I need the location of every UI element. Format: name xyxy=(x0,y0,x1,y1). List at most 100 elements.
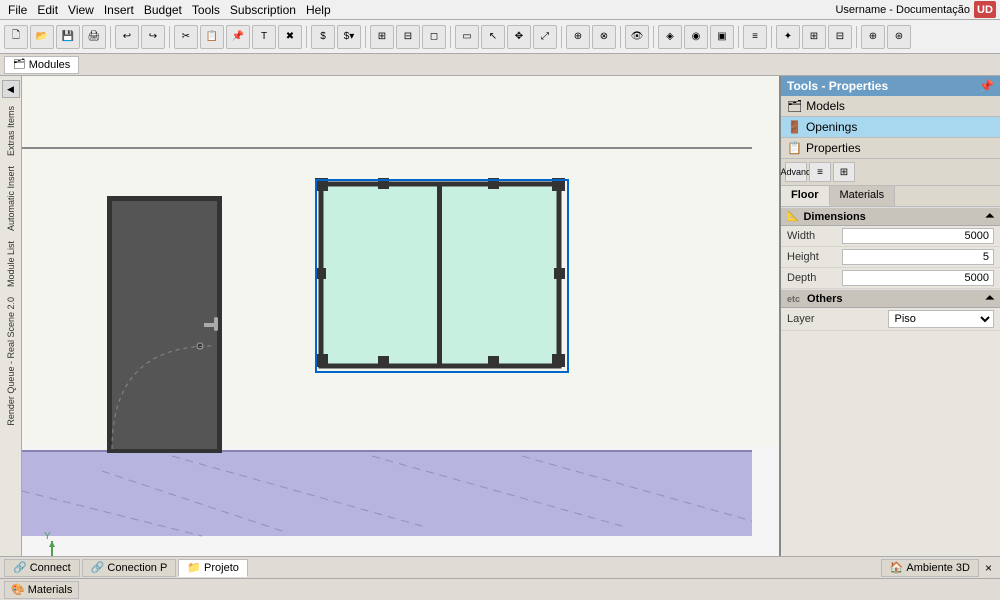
tb-new[interactable]: 🗋 xyxy=(4,25,28,49)
window-mark-bot-l xyxy=(378,356,389,367)
tb-print[interactable]: 🖨 xyxy=(82,25,106,49)
panel-properties-section[interactable]: 📋 Properties xyxy=(781,138,1000,159)
sidebar-extra-items[interactable]: Extras Items xyxy=(4,102,18,160)
tb-view3d[interactable]: 👁 xyxy=(625,25,649,49)
tb-render1[interactable]: ◈ xyxy=(658,25,682,49)
menu-subscription[interactable]: Subscription xyxy=(226,1,300,19)
menu-file[interactable]: File xyxy=(4,1,31,19)
prop-tb-table[interactable]: ≡ xyxy=(809,162,831,182)
viewport: X Y xyxy=(22,76,780,556)
menu-edit[interactable]: Edit xyxy=(33,1,62,19)
prop-tab-floor[interactable]: Floor xyxy=(781,186,830,206)
tab-ambiente3d[interactable]: 🏠 Ambiente 3D xyxy=(881,559,979,577)
materials-icon: 🎨 xyxy=(11,583,25,596)
tb-snap2[interactable]: ⊗ xyxy=(592,25,616,49)
menu-view[interactable]: View xyxy=(64,1,98,19)
tb-del[interactable]: ✖ xyxy=(278,25,302,49)
tb-misc3[interactable]: ⊟ xyxy=(828,25,852,49)
tb-redo[interactable]: ↪ xyxy=(141,25,165,49)
projeto-label: Projeto xyxy=(204,562,239,574)
tab-projeto[interactable]: 📁 Projeto xyxy=(178,559,248,577)
tb-misc4[interactable]: ⊕ xyxy=(861,25,885,49)
tb-rect[interactable]: ▭ xyxy=(455,25,479,49)
menu-insert[interactable]: Insert xyxy=(100,1,138,19)
modules-label: Modules xyxy=(29,59,71,71)
sidebar-module-list[interactable]: Module List xyxy=(4,237,18,291)
materials-label: Materials xyxy=(28,584,73,596)
tb-layers[interactable]: ≡ xyxy=(743,25,767,49)
panel-models-section[interactable]: 🗂 Models xyxy=(781,96,1000,117)
menu-budget[interactable]: Budget xyxy=(140,1,186,19)
window-divider xyxy=(437,184,442,366)
tb-render2[interactable]: ◉ xyxy=(684,25,708,49)
tb-arrow[interactable]: ↖ xyxy=(481,25,505,49)
layer-label: Layer xyxy=(787,313,888,325)
panel-openings-section[interactable]: 🚪 Openings xyxy=(781,117,1000,138)
models-icon: 🗂 xyxy=(787,99,802,113)
dimensions-collapse-icon: ⏶ xyxy=(985,210,994,223)
tab-conection-p[interactable]: 🔗 Conection P xyxy=(82,559,177,577)
sidebar-toggle[interactable]: ◀ xyxy=(2,80,20,98)
sidebar-render-queue[interactable]: Render Queue - Real Scene 2.0 xyxy=(4,293,18,430)
openings-label: Openings xyxy=(806,120,857,134)
others-group-icon: etc xyxy=(787,294,800,304)
tb-misc1[interactable]: ✦ xyxy=(776,25,800,49)
panel-title: Tools - Properties 📌 xyxy=(781,76,1000,96)
tb-open[interactable]: 📂 xyxy=(30,25,54,49)
tb-misc2[interactable]: ⊞ xyxy=(802,25,826,49)
tb-undo[interactable]: ↩ xyxy=(115,25,139,49)
menu-help[interactable]: Help xyxy=(302,1,335,19)
tb-cut[interactable]: ✂ xyxy=(174,25,198,49)
door-panel xyxy=(112,201,217,449)
tb-paste[interactable]: 📌 xyxy=(226,25,250,49)
statusbar: 🎨 Materials xyxy=(0,578,1000,600)
tb-shape[interactable]: ◻ xyxy=(422,25,446,49)
materials-btn[interactable]: 🎨 Materials xyxy=(4,581,79,599)
tb-currency[interactable]: $ xyxy=(311,25,335,49)
dimensions-group-header[interactable]: 📐 Dimensions ⏶ xyxy=(781,207,1000,226)
layer-select[interactable]: Piso xyxy=(888,310,995,328)
tb-grid[interactable]: ⊞ xyxy=(370,25,394,49)
prop-tb-grid[interactable]: ⊞ xyxy=(833,162,855,182)
window-mark-bot-r xyxy=(488,356,499,367)
depth-value[interactable] xyxy=(842,270,994,286)
bottom-tabs: 🔗 Connect 🔗 Conection P 📁 Projeto 🏠 Ambi… xyxy=(0,556,1000,578)
tb-save[interactable]: 💾 xyxy=(56,25,80,49)
height-value[interactable] xyxy=(842,249,994,265)
left-sidebar: ◀ Extras Items Automatic Insert Module L… xyxy=(0,76,22,556)
prop-toolbar: ⚙ Advanced ≡ ⊞ xyxy=(781,159,1000,186)
tb-pan[interactable]: ⤢ xyxy=(533,25,557,49)
user-badge: UD xyxy=(974,1,996,18)
prop-tab-materials[interactable]: Materials xyxy=(830,186,896,206)
modules-tab[interactable]: 🗂 Modules xyxy=(4,56,79,74)
tb-misc5[interactable]: ⊛ xyxy=(887,25,911,49)
menu-tools[interactable]: Tools xyxy=(188,1,224,19)
others-group-header[interactable]: etc Others ⏶ xyxy=(781,289,1000,308)
conection-p-icon: 🔗 xyxy=(91,561,105,574)
tab-connect[interactable]: 🔗 Connect xyxy=(4,559,80,577)
prop-tb-advanced[interactable]: ⚙ Advanced xyxy=(785,162,807,182)
tab-close-btn[interactable]: × xyxy=(981,561,996,575)
tb-snap[interactable]: ⊕ xyxy=(566,25,590,49)
dimensions-group-icon: 📐 xyxy=(787,211,799,222)
tb-tool1[interactable]: T xyxy=(252,25,276,49)
tb-move[interactable]: ✥ xyxy=(507,25,531,49)
sidebar-auto-insert[interactable]: Automatic Insert xyxy=(4,162,18,235)
panel-pin-icon[interactable]: 📌 xyxy=(979,79,994,93)
tb-render3[interactable]: ▣ xyxy=(710,25,734,49)
door-handle-vert xyxy=(214,317,218,331)
tb-copy[interactable]: 📋 xyxy=(200,25,224,49)
tb-grid2[interactable]: ⊟ xyxy=(396,25,420,49)
dimensions-group-label: Dimensions xyxy=(803,211,865,223)
conection-p-label: Conection P xyxy=(107,562,167,574)
window-mark-right xyxy=(554,268,565,279)
floor-surface xyxy=(22,451,752,536)
tb-currency2[interactable]: $▾ xyxy=(337,25,361,49)
prop-row-depth: Depth xyxy=(781,268,1000,289)
openings-icon: 🚪 xyxy=(787,120,802,134)
modules-tab-bar: 🗂 Modules xyxy=(0,54,1000,76)
projeto-icon: 📁 xyxy=(187,561,201,574)
width-value[interactable] xyxy=(842,228,994,244)
prop-row-layer: Layer Piso xyxy=(781,308,1000,331)
panel-title-label: Tools - Properties xyxy=(787,79,888,93)
